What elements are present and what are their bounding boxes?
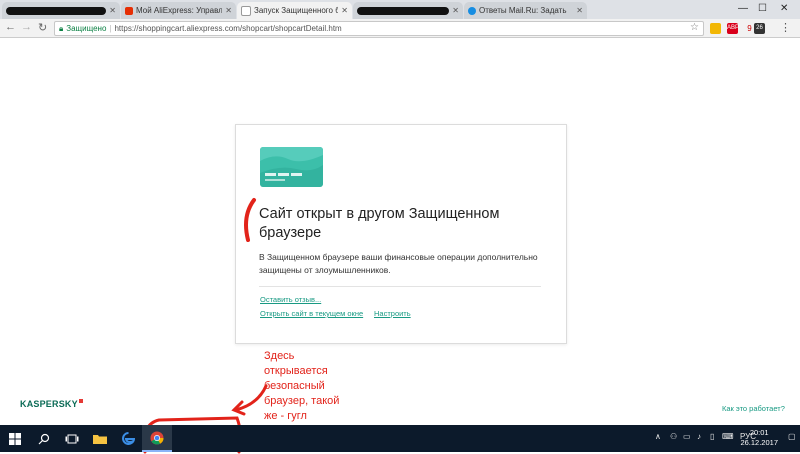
close-tab-icon[interactable]: ✕	[225, 6, 232, 15]
open-in-current-window-link[interactable]: Открыть сайт в текущем окне	[260, 309, 363, 318]
close-tab-icon[interactable]: ✕	[341, 6, 348, 15]
file-explorer-icon[interactable]	[86, 425, 114, 452]
settings-link[interactable]: Настроить	[374, 309, 411, 318]
kaspersky-logo: KASPERSKY	[20, 399, 83, 409]
clock-date: 26.12.2017	[740, 438, 778, 447]
people-icon[interactable]: ⚇	[670, 432, 677, 441]
security-label: Защищено	[66, 24, 107, 33]
tab-redacted-2[interactable]: ✕	[353, 2, 463, 19]
new-tab-button[interactable]	[589, 2, 609, 19]
mailru-favicon-icon	[468, 6, 476, 15]
annotation-text: Здесь открывается безопасный браузер, та…	[264, 350, 340, 422]
tab-title: Запуск Защищенного б	[254, 6, 339, 15]
close-tab-icon[interactable]: ✕	[576, 6, 583, 15]
system-clock[interactable]: 20:01 26.12.2017	[740, 428, 778, 448]
url-text: https://shoppingcart.aliexpress.com/shop…	[114, 24, 342, 33]
reload-icon[interactable]: ↻	[38, 21, 47, 34]
chrome-taskbar-icon[interactable]	[142, 425, 172, 452]
network-icon[interactable]: ▭	[683, 432, 691, 441]
task-view-icon[interactable]	[58, 425, 86, 452]
address-bar[interactable]: 🔒︎ Защищено | https://shoppingcart.aliex…	[54, 21, 704, 36]
notifications-icon[interactable]: ▢	[788, 432, 796, 441]
separator: |	[109, 24, 112, 33]
edge-browser-icon[interactable]	[114, 425, 142, 452]
forward-arrow-icon[interactable]: →	[21, 21, 32, 33]
back-arrow-icon[interactable]: ←	[5, 21, 16, 33]
minimize-icon[interactable]: —	[738, 3, 748, 14]
redaction-scribble	[357, 6, 450, 15]
lock-icon: 🔒︎	[59, 23, 64, 33]
windows-taskbar: ∧ ⚇ ▭ ♪ ▯ ⌨ РУС 20:01 26.12.2017 ▢	[0, 425, 800, 452]
tab-title: Ответы Mail.Ru: Задать	[479, 6, 567, 15]
dialog-description: В Защищенном браузере ваши финансовые оп…	[259, 252, 538, 275]
page-favicon-icon	[241, 5, 251, 16]
redaction-scribble	[6, 6, 107, 15]
keyboard-icon[interactable]: ⌨	[722, 432, 734, 441]
windows-start-icon[interactable]	[0, 425, 30, 452]
tab-redacted-1[interactable]: ✕	[2, 2, 120, 19]
close-window-icon[interactable]: ✕	[780, 3, 788, 14]
volume-icon[interactable]: ♪	[697, 432, 701, 441]
aliexpress-favicon-icon	[125, 6, 133, 15]
menu-kebab-icon[interactable]: ⋮	[780, 21, 791, 34]
logo-dot-icon	[78, 399, 83, 403]
protected-browser-card: Сайт открыт в другом Защищенном браузере…	[235, 124, 567, 344]
bookmark-star-icon[interactable]: ☆	[690, 22, 699, 33]
chevron-up-icon[interactable]: ∧	[655, 432, 661, 441]
bookmark-extension-icon[interactable]	[710, 23, 721, 34]
maximize-icon[interactable]: ☐	[758, 3, 767, 14]
extension-badge-icon[interactable]: 26	[754, 23, 765, 34]
tab-strip: ✕ Мой AliExpress: Управл ✕ Запуск Защище…	[0, 0, 800, 19]
how-it-works-link[interactable]: Как это работает?	[722, 404, 785, 413]
abp-extension-icon[interactable]: ABP	[727, 23, 739, 34]
search-icon[interactable]	[30, 425, 58, 452]
battery-icon[interactable]: ▯	[710, 432, 714, 441]
tab-protected-launch[interactable]: Запуск Защищенного б ✕	[237, 2, 352, 19]
kaspersky-wordmark: KASPERSKY	[20, 399, 78, 409]
feedback-link[interactable]: Оставить отзыв...	[260, 295, 321, 304]
close-tab-icon[interactable]: ✕	[452, 6, 459, 15]
divider	[259, 286, 541, 287]
clock-time: 20:01	[749, 428, 769, 437]
credit-card-icon	[260, 147, 323, 187]
dialog-title: Сайт открыт в другом Защищенном браузере	[259, 206, 500, 241]
tab-aliexpress[interactable]: Мой AliExpress: Управл ✕	[121, 2, 236, 19]
tab-mailru[interactable]: Ответы Mail.Ru: Задать ✕	[464, 2, 587, 19]
tab-title: Мой AliExpress: Управл	[136, 6, 223, 15]
close-tab-icon[interactable]: ✕	[109, 6, 116, 15]
browser-toolbar: ← → ↻ 🔒︎ Защищено | https://shoppingcart…	[0, 19, 800, 38]
